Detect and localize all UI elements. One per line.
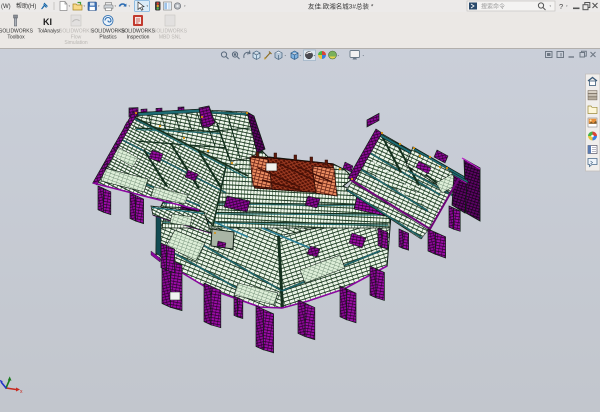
svg-text:Simulation: Simulation [64, 40, 88, 46]
svg-text:?: ? [559, 2, 563, 11]
svg-text:MBD SNL: MBD SNL [159, 34, 181, 40]
svg-text:TolAnalyst: TolAnalyst [38, 29, 61, 35]
svg-text:KI: KI [43, 17, 52, 27]
svg-text:帮助(H): 帮助(H) [16, 2, 36, 10]
svg-text:搜索命令: 搜索命令 [481, 3, 505, 11]
svg-text:Inspection: Inspection [127, 34, 150, 40]
svg-text:Toolbox: Toolbox [7, 34, 25, 40]
svg-text:(W): (W) [1, 4, 11, 10]
svg-text:友佳.欧湘名城3#总装 *: 友佳.欧湘名城3#总装 * [308, 2, 374, 11]
svg-text:Plastics: Plastics [99, 34, 117, 40]
